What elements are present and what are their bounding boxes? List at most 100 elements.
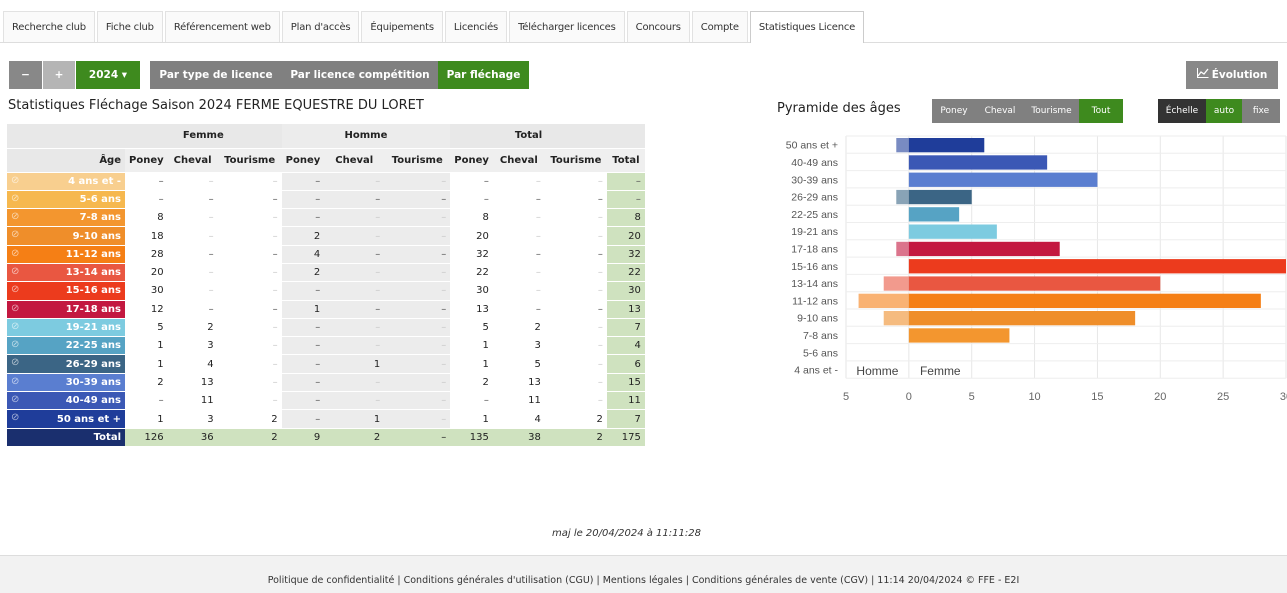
- bar-homme[interactable]: [883, 311, 909, 326]
- link-icon[interactable]: ⊘: [11, 248, 19, 259]
- filter-tourisme-button[interactable]: Tourisme: [1024, 99, 1079, 123]
- column-header[interactable]: Cheval: [324, 148, 385, 173]
- bar-femme[interactable]: [908, 259, 1286, 274]
- link-icon[interactable]: ⊘: [11, 357, 19, 368]
- table-cell: –: [167, 263, 218, 283]
- link-icon[interactable]: ⊘: [11, 339, 19, 350]
- table-cell: 2: [281, 226, 325, 246]
- bar-femme[interactable]: [908, 241, 1060, 257]
- tab-licencies[interactable]: Licenciés: [444, 11, 508, 42]
- bar-femme[interactable]: [908, 293, 1261, 308]
- footer-links: Politique de confidentialité | Condition…: [0, 555, 1287, 593]
- link-icon[interactable]: ⊘: [11, 175, 19, 186]
- link-icon[interactable]: ⊘: [11, 193, 19, 204]
- table-cell: –: [281, 373, 325, 393]
- table-cell: 7: [606, 409, 645, 429]
- table-cell: –: [384, 208, 451, 228]
- scale-fixe-button[interactable]: fixe: [1242, 99, 1280, 123]
- tab-telecharger-licences[interactable]: Télécharger licences: [509, 11, 625, 42]
- table-cell: –: [281, 336, 325, 356]
- tab-recherche-club[interactable]: Recherche club: [3, 11, 95, 42]
- link-icon[interactable]: ⊘: [11, 229, 19, 240]
- link-icon[interactable]: ⊘: [11, 211, 19, 222]
- tab-referencement-web[interactable]: Référencement web: [164, 11, 280, 42]
- table-cell: 13: [167, 373, 218, 393]
- age-label: 40-49 ans: [65, 395, 121, 407]
- tab-equipements[interactable]: Équipements: [361, 11, 443, 42]
- bar-homme[interactable]: [896, 241, 909, 257]
- table-cell: –: [544, 226, 607, 246]
- column-header[interactable]: Poney: [450, 148, 493, 173]
- table-cell: –: [324, 263, 385, 283]
- column-header[interactable]: Cheval: [167, 148, 218, 173]
- tab-concours[interactable]: Concours: [626, 11, 690, 42]
- age-label: 30-39 ans: [65, 376, 121, 388]
- table-cell: –: [167, 226, 218, 246]
- column-header[interactable]: Tourisme: [217, 148, 282, 173]
- column-header[interactable]: Tourisme: [544, 148, 607, 173]
- tab-statistiques-licence[interactable]: Statistiques Licence: [749, 11, 865, 43]
- table-cell: –: [544, 172, 607, 191]
- filter-cheval-button[interactable]: Cheval: [976, 99, 1024, 123]
- link-icon[interactable]: ⊘: [11, 412, 19, 423]
- tab-compte[interactable]: Compte: [691, 11, 748, 42]
- y-category-label: 15-16 ans: [791, 261, 838, 273]
- bar-homme[interactable]: [896, 138, 909, 153]
- x-tick-label: 25: [1217, 391, 1229, 403]
- filter-poney-button[interactable]: Poney: [932, 99, 976, 123]
- bar-femme[interactable]: [908, 311, 1136, 326]
- table-cell: 1: [324, 409, 385, 429]
- link-icon[interactable]: ⊘: [11, 376, 19, 387]
- column-header[interactable]: Total: [606, 148, 645, 173]
- link-icon[interactable]: ⊘: [11, 266, 19, 277]
- bar-femme[interactable]: [908, 138, 985, 153]
- increment-year-button[interactable]: +: [43, 61, 75, 89]
- table-cell: –: [217, 391, 282, 411]
- table-cell: –: [492, 281, 545, 301]
- age-label: 17-18 ans: [65, 303, 121, 315]
- table-cell: –: [384, 300, 451, 319]
- year-dropdown[interactable]: 2024 ▾: [76, 61, 140, 89]
- bar-femme[interactable]: [908, 224, 997, 239]
- bar-femme[interactable]: [908, 276, 1161, 291]
- evolution-button[interactable]: Évolution: [1186, 61, 1278, 89]
- view-by-license-type-button[interactable]: Par type de licence: [150, 61, 282, 89]
- view-by-flechage-button[interactable]: Par fléchage: [438, 61, 529, 89]
- table-cell: –: [324, 226, 385, 246]
- table-cell: 1: [450, 336, 493, 356]
- bar-homme[interactable]: [883, 276, 909, 291]
- column-header[interactable]: Cheval: [492, 148, 545, 173]
- bar-femme[interactable]: [908, 172, 1098, 187]
- bar-femme[interactable]: [908, 207, 960, 222]
- column-header[interactable]: Poney: [125, 148, 168, 173]
- bar-femme[interactable]: [908, 155, 1048, 170]
- link-icon[interactable]: ⊘: [11, 394, 19, 405]
- table-cell: –: [281, 190, 325, 210]
- table-cell: –: [384, 281, 451, 301]
- bar-femme[interactable]: [908, 328, 1010, 343]
- table-cell: 22: [606, 263, 645, 283]
- y-category-label: 7-8 ans: [803, 330, 838, 342]
- column-header[interactable]: Tourisme: [384, 148, 451, 173]
- view-by-competition-license-button[interactable]: Par licence compétition: [282, 61, 438, 89]
- table-cell: 2: [217, 428, 282, 447]
- table-cell: 1: [125, 336, 168, 356]
- link-icon[interactable]: ⊘: [11, 303, 19, 314]
- link-icon[interactable]: ⊘: [11, 284, 19, 295]
- column-header[interactable]: Poney: [281, 148, 325, 173]
- decrement-year-button[interactable]: −: [9, 61, 42, 89]
- bar-homme[interactable]: [858, 293, 909, 308]
- table-cell: –: [217, 245, 282, 264]
- filter-tout-button[interactable]: Tout: [1079, 99, 1123, 123]
- table-cell: –: [384, 245, 451, 264]
- bar-femme[interactable]: [908, 189, 972, 205]
- series-label: Homme: [856, 364, 898, 378]
- scale-auto-button[interactable]: auto: [1206, 99, 1242, 123]
- link-icon[interactable]: ⊘: [11, 321, 19, 332]
- table-row: ⊘ 4 ans et - – – – – – – – – – –: [7, 172, 645, 191]
- tab-fiche-club[interactable]: Fiche club: [96, 11, 163, 42]
- bar-homme[interactable]: [896, 189, 909, 205]
- last-update-text: maj le 20/04/2024 à 11:11:28: [552, 528, 701, 539]
- age-cell: ⊘ 17-18 ans: [7, 300, 125, 319]
- tab-plan-d-acces[interactable]: Plan d'accès: [281, 11, 360, 42]
